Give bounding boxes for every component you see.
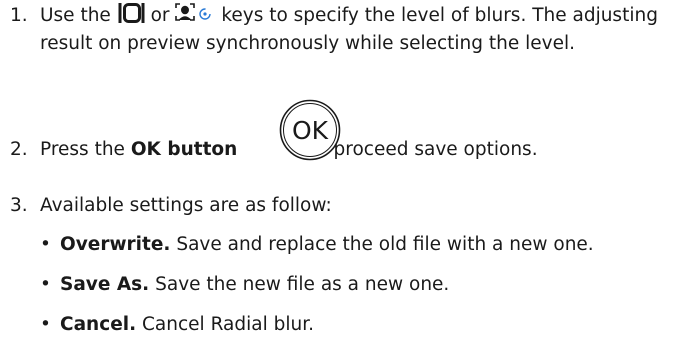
step-text: Available settings are as follow: [40,195,332,216]
ok-button-icon: OK [279,99,341,161]
list-item-term: Cancel. [60,314,137,335]
instruction-document: 1. Use the or keys to specify the level … [0,0,700,353]
step-text: Use the or keys to specify the level of … [40,2,698,58]
list-item-term: Overwrite. [60,234,171,255]
list-item-desc: Save the new file as a new one. [155,274,450,295]
ok-icon-label: OK [292,116,329,145]
display-mode-icon [117,2,145,24]
list-item-text: Save As. Save the new file as a new one. [60,271,449,299]
list-item-text: Cancel. Cancel Radial blur. [60,311,314,339]
step-number: 1. [10,5,28,26]
bullet-dot: • [40,314,51,335]
list-item-desc: Cancel Radial blur. [142,314,314,335]
step-text-part: Press the [40,139,125,160]
list-item-desc: Save and replace the old file with a new… [176,234,594,255]
ok-button-label: OK button [130,139,238,160]
step-text-part: Use the [40,5,111,26]
step-text: Press the OK button to proceed save opti… [40,136,698,164]
bullet-dot: • [40,234,51,255]
list-item-term: Save As. [60,274,150,295]
step-number: 2. [10,139,28,160]
bullet-dot: • [40,274,51,295]
step-text-part: or [150,5,170,26]
step-number: 3. [10,195,28,216]
step-text-part: to proceed save options. [309,139,538,160]
list-item-text: Overwrite. Save and replace the old file… [60,231,594,259]
face-detect-icon [175,3,215,23]
